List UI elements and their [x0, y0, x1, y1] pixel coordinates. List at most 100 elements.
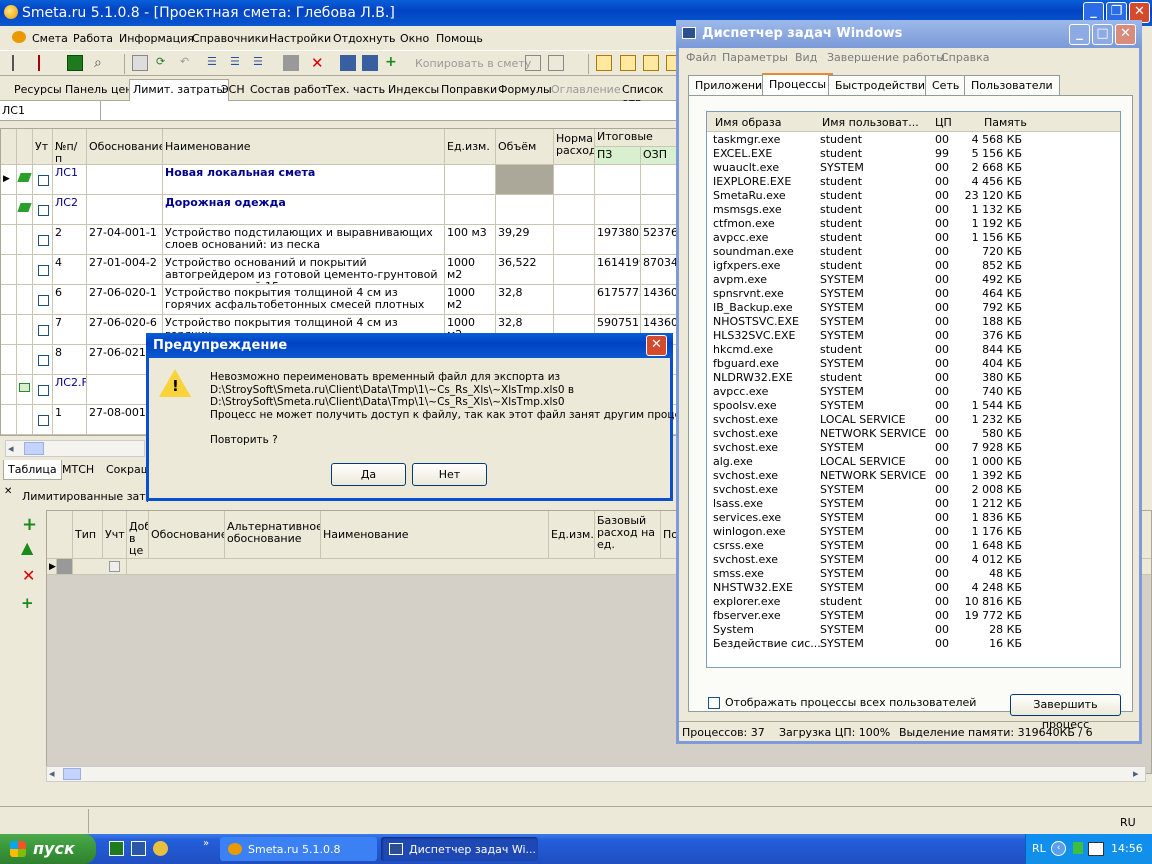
limits-scroll-right-icon[interactable]: ▸ [1133, 767, 1139, 780]
row-checkbox[interactable] [38, 175, 49, 186]
tm-tab-network[interactable]: Сеть [925, 75, 967, 95]
process-row[interactable]: SmetaRu.exe student 00 23 120 КБ [707, 189, 1120, 203]
col-unit[interactable]: Ед.изм. [445, 129, 496, 164]
cell-basis[interactable]: 27-01-004-2 [87, 255, 163, 284]
menu-item-settings[interactable]: Настройки [269, 32, 331, 45]
col-volume[interactable]: Объём [496, 129, 554, 164]
panel-pin-icon[interactable]: ✕ [4, 486, 12, 497]
cell-ind[interactable] [1, 225, 17, 254]
cell-ut[interactable] [33, 285, 53, 314]
process-row[interactable]: svchost.exe SYSTEM 00 7 928 КБ [707, 441, 1120, 455]
cell-flag[interactable] [17, 315, 33, 344]
cell-basis[interactable]: 27-04-001-1 [87, 225, 163, 254]
delete-icon[interactable]: ✕ [311, 54, 327, 72]
process-row[interactable]: avpm.exe SYSTEM 00 492 КБ [707, 273, 1120, 287]
cell-ind[interactable]: ▶ [1, 165, 17, 194]
cell-ind[interactable] [1, 375, 17, 404]
show-all-checkbox[interactable] [708, 697, 720, 709]
stamp-icon[interactable] [283, 55, 299, 71]
cell-ut[interactable] [33, 225, 53, 254]
paste-icon[interactable] [548, 55, 564, 71]
yes-button[interactable]: Да [331, 463, 406, 486]
insert-limit-icon[interactable]: + [21, 594, 34, 612]
col-lunit[interactable]: Ед.изм. [549, 511, 595, 558]
taskmgr-maximize-button[interactable]: □ [1092, 24, 1113, 45]
cell-num[interactable]: ЛС2.F [53, 375, 87, 404]
cell-ind[interactable] [1, 315, 17, 344]
cell-flag[interactable] [17, 285, 33, 314]
cell-volume[interactable]: 36,522 [496, 255, 554, 284]
col-cpu[interactable]: ЦП [935, 116, 952, 129]
tm-menu-shutdown[interactable]: Завершение работы [827, 51, 945, 64]
process-row[interactable]: smss.exe SYSTEM 00 48 КБ [707, 567, 1120, 581]
cell-pz[interactable]: 1973802 [595, 225, 641, 254]
cell-volume[interactable]: 32,8 [496, 285, 554, 314]
no-button[interactable]: Нет [412, 463, 487, 486]
cell-flag[interactable] [17, 255, 33, 284]
tab-short[interactable]: Сокращ [106, 463, 151, 476]
col-base[interactable]: Базовый расход на ед. [595, 511, 661, 558]
tab-corrections[interactable]: Поправки [441, 83, 497, 96]
cell-num[interactable]: ЛС1 [53, 165, 87, 194]
process-row[interactable]: services.exe SYSTEM 00 1 836 КБ [707, 511, 1120, 525]
tab-resources[interactable]: Ресурсы [14, 83, 62, 96]
move-up-icon[interactable]: ▲ [21, 538, 33, 557]
tab-tech[interactable]: Тех. часть [326, 83, 385, 96]
tab-esn[interactable]: ЭСН [221, 83, 245, 96]
process-row[interactable]: NLDRW32.EXE student 00 380 КБ [707, 371, 1120, 385]
cell-pz[interactable]: 6175772 [595, 285, 641, 314]
cell-norm[interactable] [554, 165, 595, 194]
excel-icon[interactable] [67, 55, 83, 71]
process-row[interactable]: EXCEL.EXE student 99 5 156 КБ [707, 147, 1120, 161]
process-row[interactable]: fbserver.exe SYSTEM 00 19 772 КБ [707, 609, 1120, 623]
process-row[interactable]: wuauclt.exe SYSTEM 00 2 668 КБ [707, 161, 1120, 175]
end-process-button[interactable]: Завершить процесс [1010, 694, 1121, 731]
col-lname[interactable]: Наименование [321, 511, 549, 558]
process-row[interactable]: alg.exe LOCAL SERVICE 00 1 000 КБ [707, 455, 1120, 469]
taskmgr-minimize-button[interactable]: _ [1069, 24, 1090, 45]
cell-pz[interactable] [595, 165, 641, 194]
cell-ut[interactable] [33, 315, 53, 344]
quicklaunch-app-icon[interactable] [153, 841, 168, 856]
cell-ut[interactable] [33, 375, 53, 404]
cell-num[interactable]: ЛС2 [53, 195, 87, 224]
cell-norm[interactable] [554, 285, 595, 314]
cell-basis[interactable] [87, 165, 163, 194]
cell-ut[interactable] [33, 345, 53, 374]
process-row[interactable]: svchost.exe SYSTEM 00 4 012 КБ [707, 553, 1120, 567]
cell-basis[interactable] [87, 195, 163, 224]
tab-mtsn[interactable]: МТСН [62, 463, 94, 476]
table-row[interactable]: 6 27-06-020-1 Устройство покрытия толщиной… [1, 285, 679, 315]
dialog-close-button[interactable]: ✕ [646, 335, 667, 356]
calc-icon[interactable] [340, 55, 356, 71]
cell-name[interactable]: Дорожная одежда [163, 195, 445, 224]
row-checkbox[interactable] [38, 295, 49, 306]
col-doc[interactable]: Доб в це [127, 511, 149, 558]
tray-mail-icon[interactable] [1088, 842, 1104, 856]
tm-menu-help[interactable]: Справка [941, 51, 989, 64]
process-row[interactable]: Бездействие сис... SYSTEM 00 16 КБ [707, 637, 1120, 651]
menu-item-help[interactable]: Помощь [436, 32, 483, 45]
row-checkbox[interactable] [38, 265, 49, 276]
col-memory[interactable]: Память [984, 116, 1027, 129]
quicklaunch-word-icon[interactable] [131, 841, 146, 856]
limits-scroll-thumb[interactable] [63, 768, 81, 780]
menu-item-work[interactable]: Работа [73, 32, 113, 45]
cell-flag[interactable] [17, 345, 33, 374]
cell-unit[interactable] [445, 195, 496, 224]
col-totals[interactable]: Итоговые [595, 129, 679, 147]
process-row[interactable]: msmsgs.exe student 00 1 132 КБ [707, 203, 1120, 217]
table-row[interactable]: 2 27-04-001-1 Устройство подстилающих и вы… [1, 225, 679, 255]
process-row[interactable]: fbguard.exe SYSTEM 00 404 КБ [707, 357, 1120, 371]
col-alt[interactable]: Альтернативное обоснование [225, 511, 321, 558]
table-row[interactable]: ▶ ЛС1 Новая локальная смета [1, 165, 679, 195]
tab-table[interactable]: Таблица [3, 460, 62, 480]
tm-menu-view[interactable]: Вид [795, 51, 817, 64]
tab-composition[interactable]: Состав работ [250, 83, 327, 96]
tm-tab-users[interactable]: Пользователи [964, 75, 1060, 95]
tray-back-icon[interactable]: ‹ [1051, 841, 1066, 856]
col-basis[interactable]: Обоснование [87, 129, 163, 164]
add-limit-icon[interactable]: + [22, 514, 37, 535]
process-row[interactable]: csrss.exe SYSTEM 00 1 648 КБ [707, 539, 1120, 553]
outdent-icon[interactable]: ☰ [253, 55, 269, 71]
